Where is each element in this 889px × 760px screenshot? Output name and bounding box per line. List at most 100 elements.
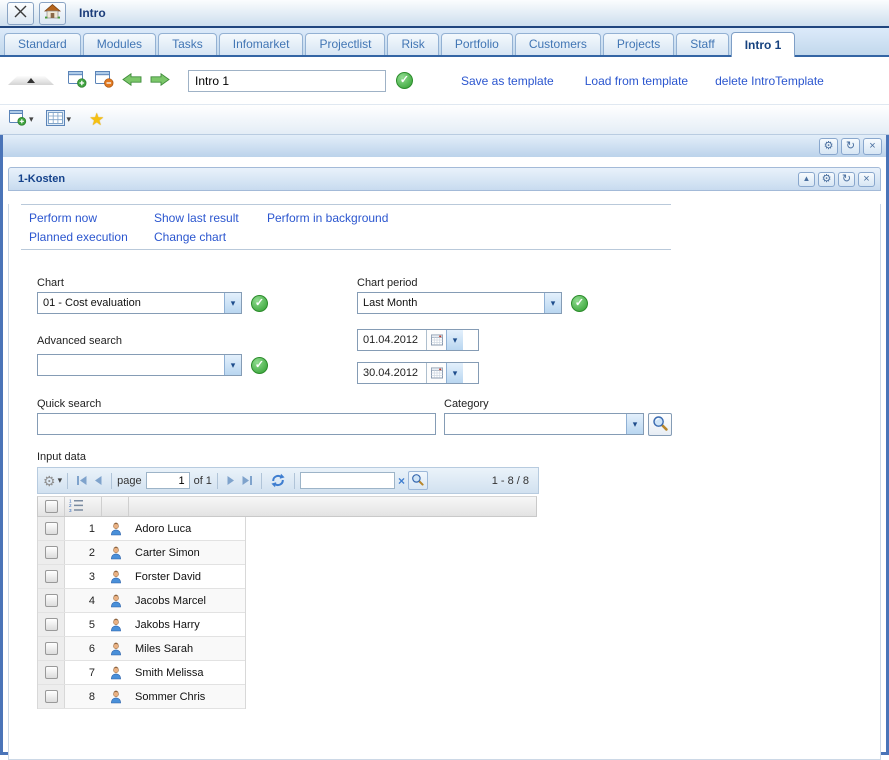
- tab-staff[interactable]: Staff: [676, 33, 728, 55]
- layout-button[interactable]: ▾: [46, 110, 72, 129]
- confirm-chart-icon[interactable]: ✓: [251, 295, 268, 312]
- table-row[interactable]: 3 Forster David: [38, 565, 245, 589]
- add-window-button[interactable]: [68, 71, 87, 91]
- date-to-field[interactable]: 30.04.2012 ▾: [357, 362, 479, 384]
- row-select-cell[interactable]: [38, 541, 65, 564]
- page-number-input[interactable]: [146, 472, 190, 489]
- row-number-header[interactable]: 1 2 3: [65, 497, 102, 516]
- date-from-field[interactable]: 01.04.2012 ▾: [357, 329, 479, 351]
- chevron-down-icon[interactable]: ▾: [58, 476, 63, 485]
- row-checkbox[interactable]: [45, 690, 58, 703]
- show-last-result-link[interactable]: Show last result: [154, 211, 267, 225]
- close-button[interactable]: ×: [863, 138, 882, 155]
- confirm-name-icon[interactable]: ✓: [396, 72, 413, 89]
- table-row[interactable]: 8 Sommer Chris: [38, 685, 245, 709]
- icon-column-header[interactable]: [102, 497, 129, 516]
- chart-period-select[interactable]: Last Month ▾: [357, 292, 562, 314]
- panel-title: 1-Kosten: [18, 173, 65, 185]
- category-select[interactable]: ▾: [444, 413, 644, 435]
- chevron-down-icon[interactable]: ▾: [446, 363, 463, 383]
- home-button[interactable]: [39, 2, 66, 25]
- close-window-button[interactable]: [7, 2, 34, 25]
- print-panel-button[interactable]: ⚙: [818, 172, 835, 187]
- clear-search-icon[interactable]: ×: [398, 475, 405, 487]
- tab-intro-1[interactable]: Intro 1: [731, 32, 796, 57]
- close-panel-button[interactable]: ×: [858, 172, 875, 187]
- chevron-down-icon[interactable]: ▾: [224, 355, 241, 375]
- tab-customers[interactable]: Customers: [515, 33, 601, 55]
- tab-infomarket[interactable]: Infomarket: [219, 33, 304, 55]
- planned-execution-link[interactable]: Planned execution: [29, 230, 154, 244]
- collapse-panel-button[interactable]: ▲: [798, 172, 815, 187]
- chart-select[interactable]: 01 - Cost evaluation ▾: [37, 292, 242, 314]
- row-select-cell[interactable]: [38, 661, 65, 684]
- tab-modules[interactable]: Modules: [83, 33, 156, 55]
- row-checkbox[interactable]: [45, 618, 58, 631]
- previous-page-button[interactable]: [94, 475, 103, 486]
- first-page-button[interactable]: [76, 475, 88, 486]
- table-row[interactable]: 7 Smith Melissa: [38, 661, 245, 685]
- row-checkbox[interactable]: [45, 546, 58, 559]
- collapse-toolbar-handle[interactable]: [8, 76, 54, 85]
- print-button[interactable]: ⚙: [819, 138, 838, 155]
- perform-now-link[interactable]: Perform now: [29, 211, 154, 225]
- row-checkbox[interactable]: [45, 642, 58, 655]
- page-title: Intro: [79, 6, 106, 20]
- toolbar-separator: [111, 473, 112, 489]
- calendar-icon[interactable]: [426, 363, 446, 383]
- table-row[interactable]: 6 Miles Sarah: [38, 637, 245, 661]
- table-row[interactable]: 5 Jakobs Harry: [38, 613, 245, 637]
- chevron-down-icon[interactable]: ▾: [446, 330, 463, 350]
- refresh-panel-button[interactable]: ↻: [838, 172, 855, 187]
- row-select-cell[interactable]: [38, 613, 65, 636]
- favorite-star-icon[interactable]: ★: [89, 111, 104, 128]
- change-chart-link[interactable]: Change chart: [154, 230, 267, 244]
- tab-portfolio[interactable]: Portfolio: [441, 33, 513, 55]
- name-column-header[interactable]: [129, 497, 536, 516]
- calendar-icon[interactable]: [426, 330, 446, 350]
- tab-projects[interactable]: Projects: [603, 33, 674, 55]
- tab-risk[interactable]: Risk: [387, 33, 438, 55]
- intro-name-input[interactable]: [188, 70, 386, 92]
- refresh-button[interactable]: ↻: [841, 138, 860, 155]
- table-row[interactable]: 2 Carter Simon: [38, 541, 245, 565]
- row-select-cell[interactable]: [38, 517, 65, 540]
- row-select-cell[interactable]: [38, 589, 65, 612]
- chevron-down-icon[interactable]: ▾: [224, 293, 241, 313]
- add-portlet-button[interactable]: ▾: [9, 110, 34, 129]
- tab-standard[interactable]: Standard: [4, 33, 81, 55]
- select-all-header[interactable]: [38, 497, 65, 516]
- delete-introtemplate-link[interactable]: delete IntroTemplate: [715, 74, 824, 88]
- tab-tasks[interactable]: Tasks: [158, 33, 217, 55]
- grid-refresh-button[interactable]: [270, 473, 286, 488]
- navigate-back-button[interactable]: [122, 73, 142, 89]
- perform-in-background-link[interactable]: Perform in background: [267, 211, 549, 225]
- advanced-search-select[interactable]: ▾: [37, 354, 242, 376]
- grid-search-button[interactable]: [408, 471, 428, 490]
- row-checkbox[interactable]: [45, 570, 58, 583]
- grid-search-input[interactable]: [300, 472, 395, 489]
- quick-search-input[interactable]: [37, 413, 436, 435]
- tab-projectlist[interactable]: Projectlist: [305, 33, 385, 55]
- row-select-cell[interactable]: [38, 685, 65, 708]
- save-as-template-link[interactable]: Save as template: [461, 74, 554, 88]
- row-checkbox[interactable]: [45, 522, 58, 535]
- chevron-down-icon[interactable]: ▾: [626, 414, 643, 434]
- table-row[interactable]: 4 Jacobs Marcel: [38, 589, 245, 613]
- navigate-forward-button[interactable]: [150, 73, 170, 89]
- load-from-template-link[interactable]: Load from template: [585, 74, 688, 88]
- next-page-button[interactable]: [226, 475, 235, 486]
- confirm-advanced-search-icon[interactable]: ✓: [251, 357, 268, 374]
- grid-settings-button[interactable]: ⚙: [43, 474, 56, 488]
- row-select-cell[interactable]: [38, 565, 65, 588]
- select-all-checkbox[interactable]: [45, 500, 58, 513]
- remove-window-button[interactable]: [95, 71, 114, 91]
- category-search-button[interactable]: [648, 413, 672, 436]
- row-checkbox[interactable]: [45, 666, 58, 679]
- table-row[interactable]: 1 Adoro Luca: [38, 517, 245, 541]
- last-page-button[interactable]: [241, 475, 253, 486]
- row-checkbox[interactable]: [45, 594, 58, 607]
- chevron-down-icon[interactable]: ▾: [544, 293, 561, 313]
- confirm-chart-period-icon[interactable]: ✓: [571, 295, 588, 312]
- row-select-cell[interactable]: [38, 637, 65, 660]
